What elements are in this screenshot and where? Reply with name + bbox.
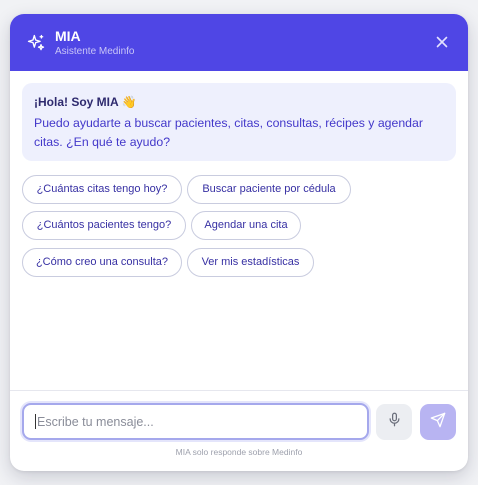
suggestion-chip-agendar-cita[interactable]: Agendar una cita [191,211,301,240]
disclaimer-note: MIA solo responde sobre Medinfo [175,447,303,457]
welcome-message: ¡Hola! Soy MIA 👋 Puedo ayudarte a buscar… [22,83,456,161]
sparkles-icon [26,33,46,53]
suggestion-chip-citas-hoy[interactable]: ¿Cuántas citas tengo hoy? [22,175,182,204]
header-titles: MIA Asistente Medinfo [55,28,135,58]
close-icon[interactable] [434,34,450,50]
welcome-heading-text: ¡Hola! Soy MIA [34,95,119,109]
send-icon [430,412,446,433]
microphone-button[interactable] [376,404,412,440]
text-caret [35,414,36,429]
message-input-container[interactable] [22,403,369,440]
chat-widget: MIA Asistente Medinfo ¡Hola! Soy MIA 👋 P… [10,14,468,471]
welcome-heading: ¡Hola! Soy MIA 👋 [34,94,444,110]
suggestion-chip-estadisticas[interactable]: Ver mis estadísticas [187,248,314,277]
composer-divider [10,390,468,391]
suggestion-chip-buscar-paciente[interactable]: Buscar paciente por cédula [187,175,351,204]
chat-header: MIA Asistente Medinfo [10,14,468,71]
suggestion-chip-cuantos-pacientes[interactable]: ¿Cuántos pacientes tengo? [22,211,186,240]
assistant-name: MIA [55,27,81,44]
suggestion-chip-crear-consulta[interactable]: ¿Cómo creo una consulta? [22,248,182,277]
message-input[interactable] [37,414,347,429]
send-button[interactable] [420,404,456,440]
assistant-subtitle: Asistente Medinfo [55,45,135,57]
wave-emoji-icon: 👋 [121,95,137,109]
welcome-body: Puedo ayudarte a buscar pacientes, citas… [34,116,423,149]
microphone-icon [387,412,402,432]
